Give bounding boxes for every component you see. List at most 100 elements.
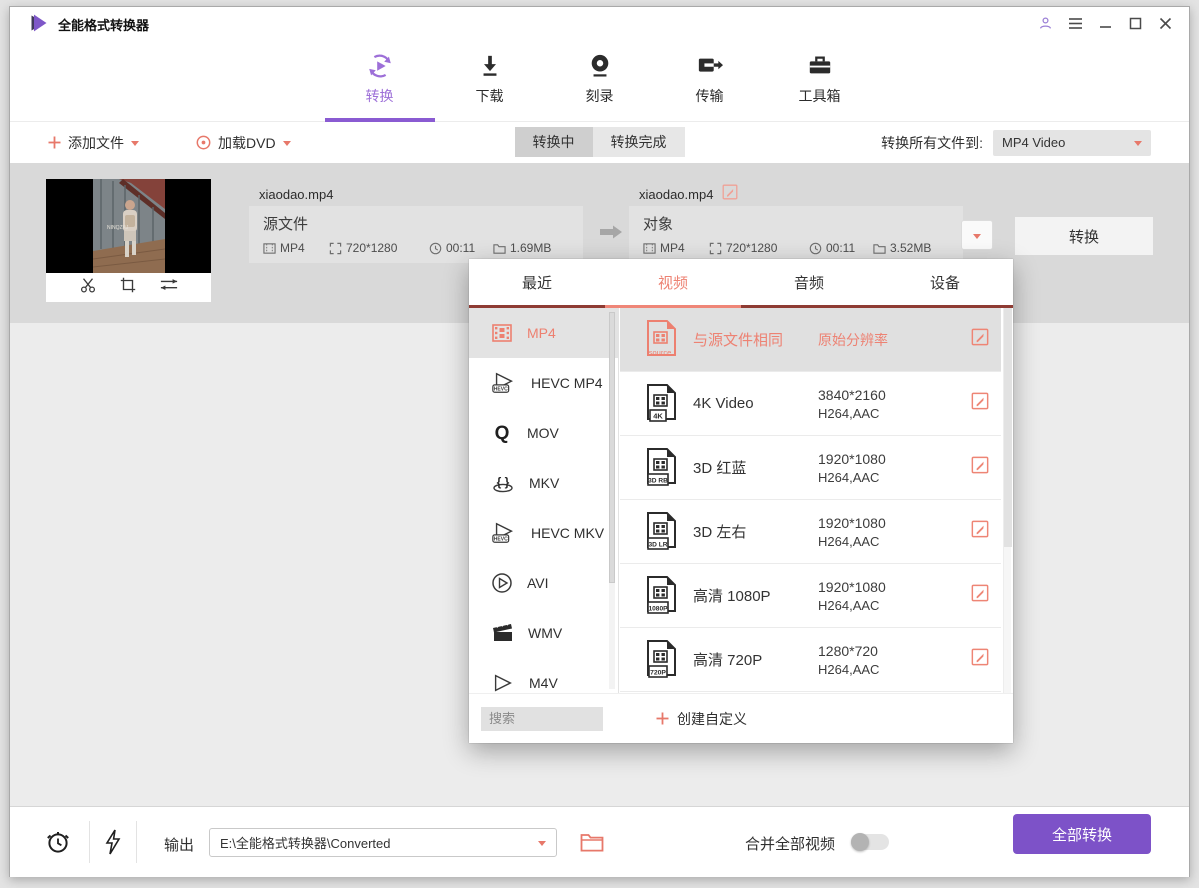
main-nav: 转换 下载 刻录 传输 工具箱 xyxy=(10,39,1189,122)
close-button[interactable] xyxy=(1155,13,1175,33)
edit-preset-icon[interactable] xyxy=(971,456,989,479)
thumbnail-image: NINQZKJ xyxy=(46,179,211,273)
tab-transfer-label: 传输 xyxy=(696,86,724,106)
target-size: 3.52MB xyxy=(890,241,931,255)
menu-icon[interactable] xyxy=(1065,13,1085,33)
divider xyxy=(136,821,137,863)
matroska-icon: { } xyxy=(491,472,515,494)
output-label: 输出 xyxy=(164,834,194,855)
tab-toolbox-label: 工具箱 xyxy=(799,86,841,106)
format-item-mov[interactable]: Q MOV xyxy=(469,408,618,458)
toolbar: 添加文件 加载DVD 转换中 转换完成 转换所有文件到: MP4 Video xyxy=(10,122,1189,163)
load-dvd-button[interactable]: 加载DVD xyxy=(196,122,291,163)
source-format: MP4 xyxy=(280,241,305,255)
format-item-mkv[interactable]: { } MKV xyxy=(469,458,618,508)
play-flag-icon xyxy=(491,672,515,693)
maximize-button[interactable] xyxy=(1125,13,1145,33)
target-format-dropdown-button[interactable] xyxy=(961,220,993,250)
tab-convert[interactable]: 转换 xyxy=(325,39,435,121)
film-icon xyxy=(643,242,656,255)
folder-icon xyxy=(873,242,886,255)
account-icon[interactable] xyxy=(1035,13,1055,33)
edit-preset-icon[interactable] xyxy=(971,392,989,415)
titlebar: 全能格式转换器 xyxy=(10,7,1189,39)
tab-download[interactable]: 下载 xyxy=(435,39,545,121)
burn-disc-icon xyxy=(588,49,612,83)
format-item-wmv[interactable]: WMV xyxy=(469,608,618,658)
edit-preset-icon[interactable] xyxy=(971,520,989,543)
format-list-scrollbar[interactable] xyxy=(609,312,615,689)
add-file-button[interactable]: 添加文件 xyxy=(48,122,139,163)
output-path-select[interactable] xyxy=(209,828,557,857)
divider xyxy=(89,821,90,863)
create-custom-button[interactable]: 创建自定义 xyxy=(656,709,747,729)
target-resolution: 720*1280 xyxy=(726,241,777,255)
clock-icon xyxy=(429,242,442,255)
resolution-icon xyxy=(329,242,342,255)
format-item-hevc-mkv[interactable]: HEVC HEVC MKV xyxy=(469,508,618,558)
svg-text:HEVC: HEVC xyxy=(494,537,508,543)
popup-tab-audio[interactable]: 音频 xyxy=(741,259,877,305)
preset-3d-red-blue[interactable]: 3D RB 3D 红蓝 1920*1080H264,AAC xyxy=(620,436,1001,500)
tab-toolbox[interactable]: 工具箱 xyxy=(765,39,875,121)
video-file-icon: 720P xyxy=(643,639,679,681)
popup-tab-device[interactable]: 设备 xyxy=(877,259,1013,305)
preset-3d-left-right[interactable]: 3D LR 3D 左右 1920*1080H264,AAC xyxy=(620,500,1001,564)
effects-icon[interactable] xyxy=(159,276,179,299)
convert-to-value: MP4 Video xyxy=(1002,135,1065,150)
app-logo-icon xyxy=(29,13,49,38)
merge-videos-toggle[interactable] xyxy=(851,834,889,850)
video-file-icon: 3D LR xyxy=(643,511,679,553)
edit-preset-icon[interactable] xyxy=(971,648,989,671)
tab-convert-label: 转换 xyxy=(366,86,394,106)
chevron-down-icon xyxy=(131,141,139,146)
source-label: 源文件 xyxy=(263,213,569,234)
source-file-icon: source xyxy=(643,319,679,361)
plus-icon xyxy=(656,712,669,725)
format-item-hevc-mp4[interactable]: HEVC HEVC MP4 xyxy=(469,358,618,408)
convert-to-select[interactable]: MP4 Video xyxy=(993,130,1151,156)
output-path-value[interactable] xyxy=(220,835,538,850)
high-speed-icon[interactable] xyxy=(98,825,128,859)
bottom-bar: 输出 合并全部视频 全部转换 xyxy=(10,806,1189,877)
source-size: 1.69MB xyxy=(510,241,551,255)
minimize-button[interactable] xyxy=(1095,13,1115,33)
convert-file-button[interactable]: 转换 xyxy=(1015,217,1153,255)
hevc-play-icon: HEVC xyxy=(491,521,517,545)
convert-all-button[interactable]: 全部转换 xyxy=(1013,814,1151,854)
search-input[interactable] xyxy=(481,707,603,731)
schedule-icon[interactable] xyxy=(43,825,73,859)
svg-text:720P: 720P xyxy=(650,669,666,676)
target-format: MP4 xyxy=(660,241,685,255)
app-title: 全能格式转换器 xyxy=(58,15,149,34)
open-folder-icon[interactable] xyxy=(579,825,605,859)
source-file-name: xiaodao.mp4 xyxy=(259,187,333,202)
preset-hd-1080p[interactable]: 1080P 高清 1080P 1920*1080H264,AAC xyxy=(620,564,1001,628)
target-file-name: xiaodao.mp4 xyxy=(639,187,713,202)
hevc-play-icon: HEVC xyxy=(491,371,517,395)
preset-list-scrollbar[interactable] xyxy=(1003,308,1011,693)
trim-icon[interactable] xyxy=(79,276,97,299)
tab-converting[interactable]: 转换中 xyxy=(515,127,593,157)
rename-edit-icon[interactable] xyxy=(722,184,738,205)
edit-preset-icon[interactable] xyxy=(971,328,989,351)
edit-preset-icon[interactable] xyxy=(971,584,989,607)
tab-transfer[interactable]: 传输 xyxy=(655,39,765,121)
popup-tab-recent[interactable]: 最近 xyxy=(469,259,605,305)
preset-4k-video[interactable]: 4K 4K Video 3840*2160H264,AAC xyxy=(620,372,1001,436)
tab-download-label: 下载 xyxy=(476,86,504,106)
crop-icon[interactable] xyxy=(119,276,137,299)
tab-converted[interactable]: 转换完成 xyxy=(593,127,685,157)
play-circle-icon xyxy=(491,572,513,594)
format-item-m4v[interactable]: M4V xyxy=(469,658,618,693)
preset-same-as-source[interactable]: source 与源文件相同 原始分辨率 xyxy=(620,308,1001,372)
tab-burn[interactable]: 刻录 xyxy=(545,39,655,121)
popup-tab-video[interactable]: 视频 xyxy=(605,259,741,305)
svg-text:3D LR: 3D LR xyxy=(648,541,667,548)
convert-to-label: 转换所有文件到: xyxy=(881,133,983,153)
toolbox-icon xyxy=(806,49,834,83)
format-item-mp4[interactable]: MP4 xyxy=(469,308,618,358)
format-item-avi[interactable]: AVI xyxy=(469,558,618,608)
preset-hd-720p[interactable]: 720P 高清 720P 1280*720H264,AAC xyxy=(620,628,1001,692)
tab-burn-label: 刻录 xyxy=(586,86,614,106)
